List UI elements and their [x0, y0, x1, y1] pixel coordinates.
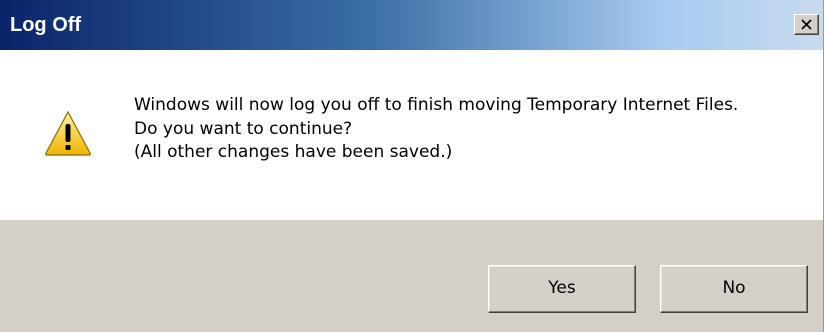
message-line: Do you want to continue?: [134, 118, 353, 139]
dialog-body: Windows will now log you off to finish m…: [0, 50, 823, 220]
message-text: Windows will now log you off to finish m…: [134, 94, 794, 165]
log-off-dialog: Log Off Windows will now log you off to …: [0, 0, 824, 332]
window-title: Log Off: [10, 14, 82, 36]
close-icon: [801, 19, 812, 30]
message-line: Windows will now log you off to finish m…: [134, 95, 739, 115]
yes-button[interactable]: Yes: [488, 265, 636, 313]
message-line: (All other changes have been saved.): [134, 142, 453, 162]
button-bar: Yes No: [0, 220, 823, 332]
no-button[interactable]: No: [660, 265, 808, 313]
warning-icon: [45, 110, 91, 156]
title-bar[interactable]: Log Off: [0, 0, 823, 50]
close-button[interactable]: [794, 14, 819, 35]
